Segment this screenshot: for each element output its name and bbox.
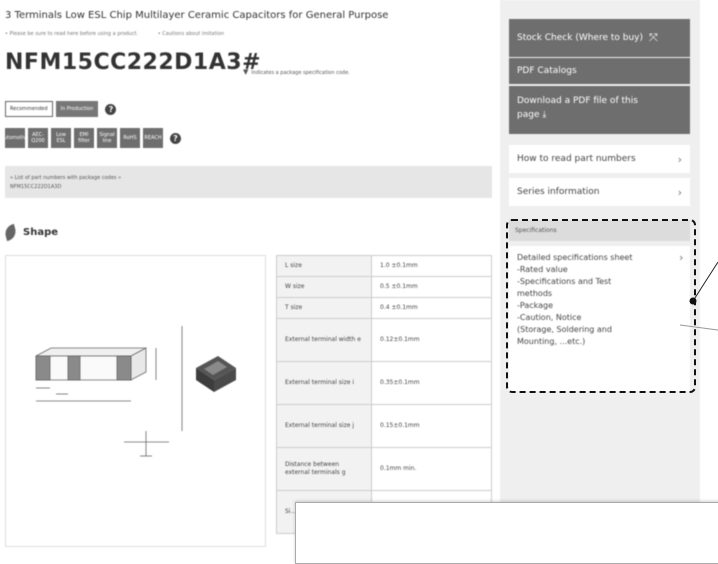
tag-recommended: Recommended (5, 101, 53, 117)
series-information-link[interactable]: Series information › (509, 178, 690, 206)
shape-drawing-frame (5, 255, 266, 547)
shape-section-header: Shape (3, 223, 59, 242)
series-information-label: Series information (517, 187, 600, 197)
dimension-table: L size 1.0 ±0.1mm W size 0.5 ±0.1mm T size… (276, 255, 492, 534)
tag-in-production: In Production (55, 101, 99, 117)
table-row: T size 0.4 ±0.1mm (276, 297, 492, 319)
package-codes-link[interactable]: « List of part numbers with package code… (10, 175, 121, 181)
dimension-value: 0.15±0.1mm (371, 404, 492, 448)
dimension-key: L size (276, 255, 372, 277)
imitation-link[interactable]: • Cautions about imitation (158, 31, 224, 37)
shape-title: Shape (23, 227, 59, 238)
emi-filter-icon: EMI filter (74, 128, 94, 148)
capacitor-dimension-drawing (35, 326, 236, 457)
low-esl-icon: Low ESL (51, 128, 71, 148)
feature-icons: Automotive AEC-Q200 Low ESL EMI filter S… (1, 128, 181, 148)
help-icon[interactable]: ? (105, 103, 117, 115)
package-codes-box: « List of part numbers with package code… (5, 166, 492, 198)
dimension-value: 0.5 ±0.1mm (371, 276, 492, 298)
pdf-catalog-button[interactable]: PDF Catalogs (509, 58, 690, 84)
table-row: Distance between external terminals g 0.1… (276, 447, 492, 491)
signal-line-icon: Signal line (97, 128, 117, 148)
part-number-title: NFM15CC222D1A3# (5, 50, 261, 75)
dimension-value: 0.35±0.1mm (371, 361, 492, 405)
leaf-icon (3, 223, 18, 242)
table-row: L size 1.0 ±0.1mm (276, 255, 492, 277)
dimension-value: 0.4 ±0.1mm (371, 297, 492, 319)
rohs-icon: RoHS (120, 128, 140, 148)
chevron-right-icon: › (677, 152, 682, 166)
package-spec-label: Indicates a package specification code. (251, 70, 350, 76)
notes-row: • Please be sure to read here before usi… (5, 31, 242, 37)
download-pdf-button[interactable]: Download a PDF file of this page ⤓ (509, 86, 690, 134)
stock-check-button[interactable]: Stock Check (Where to buy) ⤧ (509, 19, 690, 57)
aec-q200-icon: AEC-Q200 (28, 128, 48, 148)
download-pdf-label-2: page (517, 110, 540, 120)
dimension-key: Distance between external terminals g (276, 447, 372, 491)
package-code-value: NFM15CC222D1A3D (10, 184, 62, 190)
dimension-value: 0.1mm min. (371, 447, 492, 491)
table-row: External terminal size j 0.15±0.1mm (276, 404, 492, 448)
capacitor-3d-icon (196, 356, 236, 392)
chevron-right-icon: › (677, 185, 682, 199)
dimension-key: W size (276, 276, 372, 298)
automotive-icon: Automotive (1, 128, 29, 148)
dimension-key: External terminal width e (276, 318, 372, 362)
dimension-value: 1.0 ±0.1mm (371, 255, 492, 277)
table-row: W size 0.5 ±0.1mm (276, 276, 492, 298)
product-subtitle: 3 Terminals Low ESL Chip Multilayer Cera… (5, 10, 389, 21)
status-tags: Recommended In Production ? (5, 101, 117, 117)
dimension-key: External terminal size i (276, 361, 372, 405)
dimension-value: 0.12±0.1mm (371, 318, 492, 362)
highlight-dashed-box (506, 219, 696, 393)
reach-icon: REACH (143, 128, 163, 148)
caution-link[interactable]: • Please be sure to read here before usi… (5, 31, 138, 37)
download-pdf-label: Download a PDF file of this (517, 96, 638, 106)
triangle-down-icon: ▼ (243, 68, 249, 76)
stock-check-label: Stock Check (Where to buy) (517, 32, 644, 43)
help-icon[interactable]: ? (170, 132, 181, 144)
dimension-key: T size (276, 297, 372, 319)
read-part-numbers-link[interactable]: How to read part numbers › (509, 145, 690, 173)
pdf-catalog-label: PDF Catalogs (517, 65, 577, 76)
package-spec-link[interactable]: ▼ Indicates a package specification code. (243, 68, 350, 76)
table-row: External terminal width e 0.12±0.1mm (276, 318, 492, 362)
capacitor-outline-drawing (35, 326, 183, 457)
popup-panel (295, 502, 718, 564)
table-row: External terminal size i 0.35±0.1mm (276, 361, 492, 405)
read-part-numbers-label: How to read part numbers (517, 154, 636, 164)
download-icon: ⤓ (542, 110, 547, 120)
dimension-key: External terminal size j (276, 404, 372, 448)
expand-icon: ⤧ (649, 31, 658, 44)
